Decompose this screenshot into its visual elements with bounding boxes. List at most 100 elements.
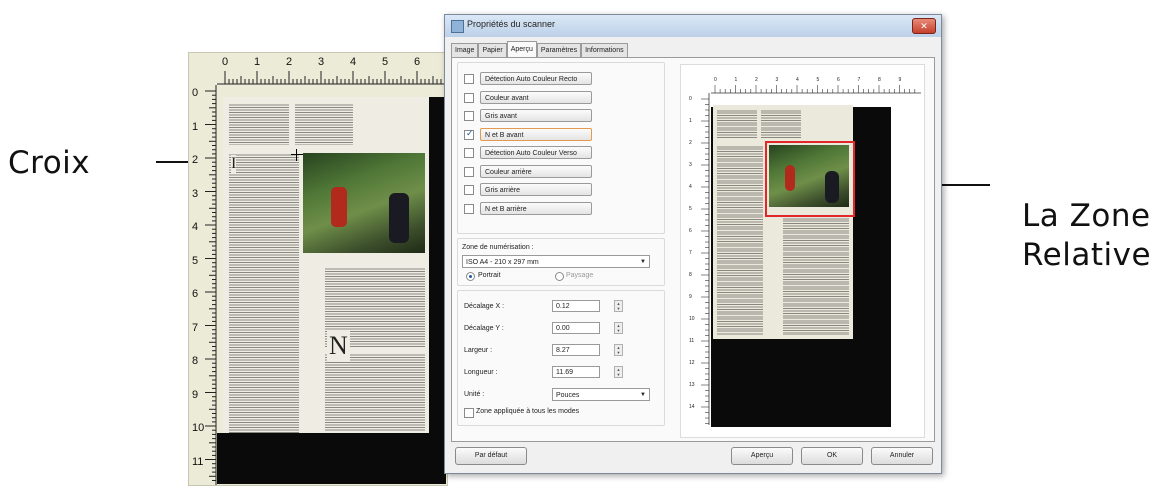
option-button[interactable]: Détection Auto Couleur Recto: [480, 72, 592, 85]
preview-ruler-number: 12: [689, 360, 695, 366]
scan-zone-value: ISO A4 - 210 x 297 mm: [466, 259, 539, 266]
option-button[interactable]: Couleur avant: [480, 90, 592, 104]
title-bar: Propriétés du scanner ✕: [445, 15, 941, 37]
option-checkbox[interactable]: [464, 185, 474, 195]
preview-ruler-number: 8: [878, 77, 881, 83]
preview-ruler-number: 5: [816, 77, 820, 83]
ruler-number: 3: [318, 56, 325, 68]
option-button[interactable]: Gris avant: [480, 109, 592, 122]
scanned-page: N I: [223, 97, 429, 433]
field-input[interactable]: 0.00: [552, 322, 600, 334]
preview-ruler-number: 2: [755, 77, 758, 83]
preview-ruler-number: 7: [857, 77, 861, 83]
ruler-number: 6: [192, 288, 199, 300]
unit-label: Unité :: [464, 391, 485, 398]
scan-bed-black: [217, 433, 446, 484]
spin-buttons-icon[interactable]: ▲ ▼: [614, 300, 623, 312]
preview-ruler-number: 4: [689, 184, 692, 190]
option-checkbox[interactable]: [464, 203, 474, 214]
ruler-number: 0: [222, 56, 229, 68]
preview-ruler-number: 5: [689, 206, 692, 212]
dialog-title: Propriétés du scanner: [467, 19, 556, 29]
spin-buttons-icon[interactable]: ▲ ▼: [614, 322, 623, 334]
preview-ruler-number: 6: [689, 228, 692, 234]
text-column: [783, 217, 849, 335]
tab-apercu[interactable]: Aperçu: [506, 41, 537, 58]
ruler-number: 0: [192, 87, 199, 99]
option-button[interactable]: Gris arrière: [480, 183, 592, 196]
tab-image[interactable]: Image: [451, 43, 479, 57]
field-label: Décalage Y :: [464, 325, 504, 332]
field-label: Longueur :: [464, 369, 498, 376]
preview-ruler-number: 11: [689, 338, 695, 344]
preview-button[interactable]: Aperçu: [731, 447, 793, 465]
preview-ruler-number: 1: [689, 118, 692, 124]
option-button[interactable]: Couleur arrière: [480, 164, 592, 178]
left-scan-preview[interactable]: 0 1 2 3 4 5 6 0 1 2 3 4 5 6 7 8 9 10 11 N I: [188, 52, 448, 486]
preview-ruler-number: 7: [689, 250, 692, 256]
spin-buttons-icon[interactable]: ▲ ▼: [614, 344, 623, 356]
field-label: Décalage X :: [464, 303, 505, 310]
option-checkbox[interactable]: ✓: [464, 127, 474, 140]
text-column: [761, 109, 801, 139]
field-label: Largeur :: [464, 347, 493, 354]
zone-preview-area[interactable]: 0123456789 0 1 2 3 4 5 6 7 8 9 10 11 12 13 14: [680, 64, 925, 438]
ruler-number: 5: [382, 56, 389, 68]
option-checkbox[interactable]: [464, 148, 474, 158]
preview-tab-panel: Détection Auto Couleur Recto Couleur avan…: [451, 57, 935, 442]
ruler-number: 4: [350, 56, 357, 68]
tab-papier[interactable]: Papier: [478, 43, 507, 57]
option-checkbox[interactable]: [464, 111, 474, 121]
relative-zone-frame[interactable]: [765, 141, 855, 217]
option-button[interactable]: N et B avant: [480, 127, 592, 141]
spin-buttons-icon[interactable]: ▲ ▼: [614, 366, 623, 378]
field-input[interactable]: 8.27: [552, 344, 600, 356]
scan-zone-dropdown[interactable]: ISO A4 - 210 x 297 mm ▼: [462, 255, 650, 268]
ruler-number: 8: [192, 355, 199, 367]
tab-bar: Image Papier Aperçu Paramètres Informati…: [451, 41, 628, 58]
ruler-number: 1: [192, 120, 199, 133]
scanned-photo: [303, 153, 425, 253]
ok-button[interactable]: OK: [801, 447, 863, 465]
preview-ruler-number: 9: [898, 77, 902, 83]
drop-cap-i: I: [231, 155, 237, 173]
paysage-label: Paysage: [566, 272, 594, 279]
ruler-number: 2: [192, 154, 199, 166]
paysage-radio[interactable]: [555, 272, 564, 281]
option-checkbox[interactable]: [464, 92, 474, 103]
apply-all-modes-checkbox[interactable]: [464, 408, 474, 418]
unit-dropdown[interactable]: Pouces ▼: [552, 388, 650, 401]
text-column: [325, 353, 425, 431]
option-checkbox[interactable]: [464, 166, 474, 177]
preview-ruler-number: 6: [837, 77, 840, 83]
field-input[interactable]: 11.69: [552, 366, 600, 378]
scanner-app-icon: [451, 20, 464, 33]
option-button[interactable]: N et B arrière: [480, 201, 592, 215]
horizontal-ruler: [217, 71, 447, 85]
preview-ruler-number: 9: [689, 294, 692, 300]
portrait-radio[interactable]: [466, 272, 475, 281]
preview-ruler-number: 8: [689, 272, 692, 278]
ruler-number: 3: [192, 187, 199, 200]
close-icon[interactable]: ✕: [912, 18, 936, 34]
option-checkbox[interactable]: [464, 74, 474, 84]
ruler-number: 6: [414, 56, 421, 68]
cancel-button[interactable]: Annuler: [871, 447, 933, 465]
default-button[interactable]: Par défaut: [455, 447, 527, 465]
tab-informations[interactable]: Informations: [581, 43, 628, 57]
option-button[interactable]: Détection Auto Couleur Verso: [480, 146, 592, 159]
ruler-number: 7: [192, 321, 199, 334]
tab-parametres[interactable]: Paramètres: [536, 43, 582, 57]
preview-ruler-number: 3: [689, 162, 692, 168]
ruler-number: 9: [192, 388, 199, 401]
ruler-number: 5: [192, 254, 199, 267]
checkmark-icon: ✓: [466, 127, 474, 138]
preview-ruler-vertical: [701, 93, 710, 425]
preview-ruler-number: 1: [734, 77, 738, 83]
field-input[interactable]: 0.12: [552, 300, 600, 312]
scanner-properties-dialog: Propriétés du scanner ✕ Image Papier Ape…: [444, 14, 942, 474]
unit-value: Pouces: [556, 392, 580, 399]
ruler-number: 11: [192, 455, 204, 468]
ruler-number: 4: [192, 221, 199, 233]
text-column: [295, 103, 353, 145]
